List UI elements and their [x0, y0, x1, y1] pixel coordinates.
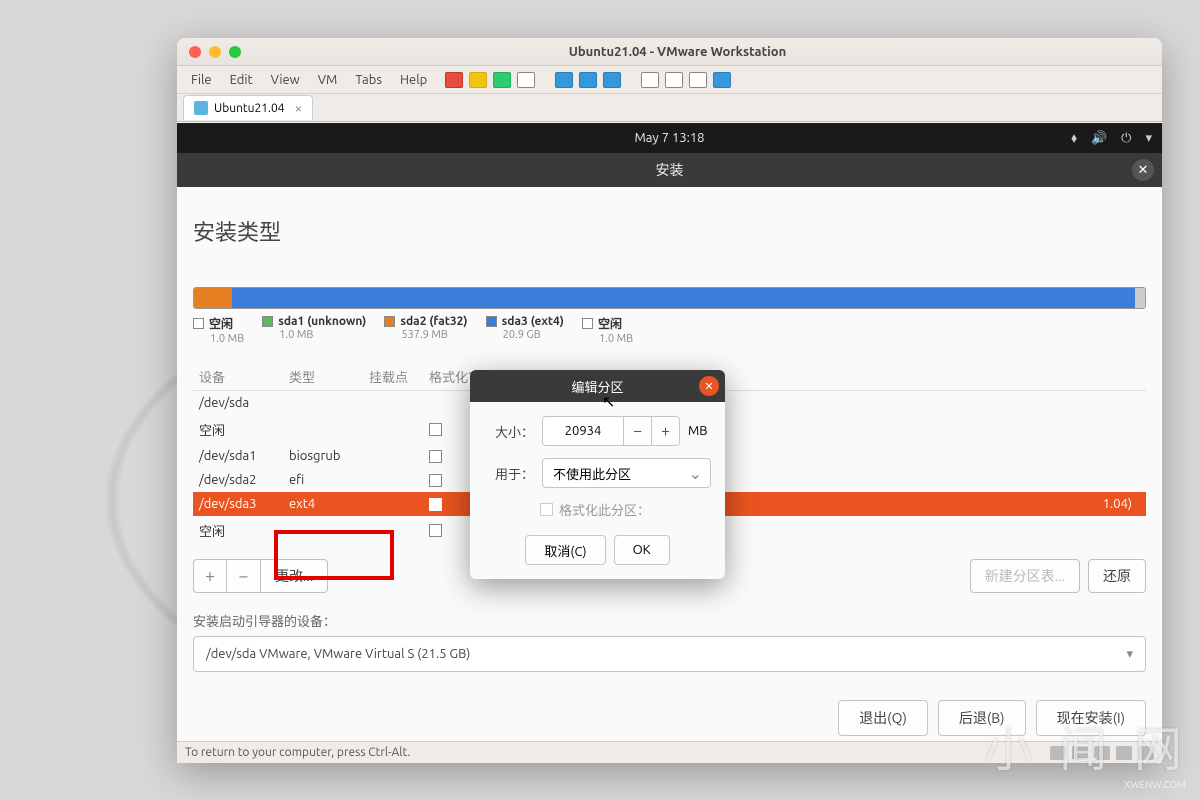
vm-icon: [194, 101, 208, 115]
close-icon[interactable]: [189, 46, 201, 58]
remove-partition-button[interactable]: −: [227, 559, 261, 593]
use-label: 用于：: [484, 464, 534, 483]
use-as-select[interactable]: 不使用此分区: [542, 458, 711, 488]
format-checkbox[interactable]: [429, 423, 442, 436]
snapshot-mgr-icon[interactable]: [579, 72, 597, 88]
format-checkbox[interactable]: [429, 498, 442, 511]
minimize-icon[interactable]: [209, 46, 221, 58]
new-table-button[interactable]: 新建分区表...: [970, 559, 1080, 593]
volume-icon[interactable]: 🔊: [1091, 131, 1107, 146]
partition-seg-free: [1135, 288, 1145, 308]
legend-item: sda2 (fat32)537.9 MB: [384, 315, 467, 345]
change-button[interactable]: 更改...: [261, 559, 328, 593]
watermark-sub: XWENW.COM: [1124, 779, 1186, 790]
network-icon[interactable]: ⬧: [1071, 131, 1077, 146]
restart-icon[interactable]: [517, 72, 535, 88]
partition-legend: 空闲1.0 MB sda1 (unknown)1.0 MB sda2 (fat3…: [193, 315, 1146, 345]
suspend-icon[interactable]: [469, 72, 487, 88]
install-now-button[interactable]: 现在安装(I): [1036, 700, 1146, 736]
boot-device-select[interactable]: /dev/sda VMware, VMware Virtual S (21.5 …: [193, 636, 1146, 672]
tab-ubuntu[interactable]: Ubuntu21.04 ×: [183, 95, 313, 120]
status-cd-icon[interactable]: [1072, 746, 1088, 760]
format-checkbox-row: 格式化此分区：: [540, 500, 711, 519]
menu-edit[interactable]: Edit: [222, 69, 261, 91]
dialog-close-icon[interactable]: ✕: [699, 376, 719, 396]
format-checkbox[interactable]: [429, 450, 442, 463]
power-on-icon[interactable]: [493, 72, 511, 88]
vm-menubar: File Edit View VM Tabs Help: [177, 66, 1162, 94]
fullscreen-icon[interactable]: [689, 72, 707, 88]
installer-title: 安装: [656, 160, 684, 180]
console-icon[interactable]: [665, 72, 683, 88]
boot-device-label: 安装启动引导器的设备：: [193, 611, 1146, 630]
col-mount: 挂载点: [369, 367, 429, 386]
decrement-button[interactable]: −: [623, 417, 651, 445]
page-title: 安装类型: [193, 215, 1146, 247]
chevron-down-icon[interactable]: ▾: [1145, 131, 1152, 146]
vm-status-bar: To return to your computer, press Ctrl-A…: [177, 741, 1162, 763]
status-sound-icon[interactable]: [1138, 746, 1154, 760]
snapshot-icon[interactable]: [555, 72, 573, 88]
size-unit: MB: [688, 424, 708, 438]
installer-titlebar: 安装 ✕: [177, 153, 1162, 187]
menu-tabs[interactable]: Tabs: [347, 69, 390, 91]
status-net-icon[interactable]: [1094, 746, 1110, 760]
partition-bar[interactable]: [193, 287, 1146, 309]
format-checkbox[interactable]: [429, 524, 442, 537]
library-icon[interactable]: [713, 72, 731, 88]
menu-view[interactable]: View: [263, 69, 308, 91]
revert-button[interactable]: 还原: [1088, 559, 1146, 593]
partition-seg-sda3[interactable]: [232, 288, 1135, 308]
tab-label: Ubuntu21.04: [214, 102, 285, 115]
size-input[interactable]: [543, 417, 623, 445]
col-device: 设备: [199, 367, 289, 386]
legend-item: 空闲1.0 MB: [193, 315, 244, 345]
unity-icon[interactable]: [641, 72, 659, 88]
dialog-titlebar[interactable]: 编辑分区 ✕: [470, 370, 725, 402]
status-usb-icon[interactable]: [1116, 746, 1132, 760]
legend-item: 空闲1.0 MB: [582, 315, 633, 345]
clock: May 7 13:18: [634, 131, 704, 145]
back-button[interactable]: 后退(B): [938, 700, 1026, 736]
edit-partition-dialog: 编辑分区 ✕ 大小： − + MB 用于： 不使用此分区 格式化此分区： 取消(…: [470, 370, 725, 579]
size-label: 大小：: [484, 422, 534, 441]
screenshot-icon[interactable]: [603, 72, 621, 88]
window-title: Ubuntu21.04 - VMware Workstation: [253, 45, 1102, 59]
tab-close-icon[interactable]: ×: [295, 100, 303, 116]
ok-button[interactable]: OK: [614, 535, 670, 565]
menu-vm[interactable]: VM: [310, 69, 346, 91]
legend-item: sda1 (unknown)1.0 MB: [262, 315, 366, 345]
installer-close-icon[interactable]: ✕: [1132, 159, 1154, 181]
size-stepper[interactable]: − +: [542, 416, 680, 446]
format-checkbox: [540, 503, 553, 516]
vm-titlebar[interactable]: Ubuntu21.04 - VMware Workstation: [177, 38, 1162, 66]
partition-seg-sda2[interactable]: [194, 288, 232, 308]
col-type: 类型: [289, 367, 369, 386]
legend-item: sda3 (ext4)20.9 GB: [486, 315, 564, 345]
menu-help[interactable]: Help: [392, 69, 435, 91]
status-disk-icon[interactable]: [1050, 746, 1066, 760]
status-text: To return to your computer, press Ctrl-A…: [185, 746, 410, 759]
power-off-icon[interactable]: [445, 72, 463, 88]
add-partition-button[interactable]: +: [193, 559, 227, 593]
format-checkbox[interactable]: [429, 474, 442, 487]
zoom-icon[interactable]: [229, 46, 241, 58]
gnome-topbar[interactable]: May 7 13:18 ⬧ 🔊 ⏻ ▾: [177, 123, 1162, 153]
cancel-button[interactable]: 取消(C): [525, 535, 605, 565]
power-icon[interactable]: ⏻: [1121, 131, 1131, 146]
vm-tabbar: Ubuntu21.04 ×: [177, 94, 1162, 122]
quit-button[interactable]: 退出(Q): [838, 700, 928, 736]
menu-file[interactable]: File: [183, 69, 220, 91]
increment-button[interactable]: +: [651, 417, 679, 445]
